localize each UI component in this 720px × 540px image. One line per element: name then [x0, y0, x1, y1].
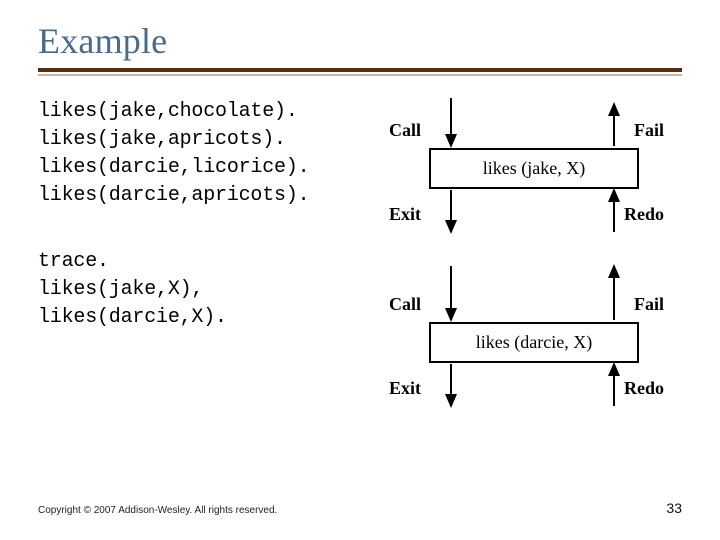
goal-box-2: likes (darcie, X) [429, 322, 639, 363]
label-fail: Fail [634, 120, 664, 141]
code-line: trace. [38, 250, 109, 273]
prolog-facts: likes(jake,chocolate). likes(jake,aprico… [38, 98, 383, 210]
label-redo: Redo [624, 204, 664, 225]
right-column: Call Fail likes (jake, X) Exit Redo Call… [383, 98, 682, 458]
title-rule-dark [38, 68, 682, 72]
slide: Example likes(jake,chocolate). likes(jak… [0, 0, 720, 540]
code-line: likes(jake,chocolate). [38, 100, 298, 123]
slide-footer: Copyright © 2007 Addison-Wesley. All rig… [38, 500, 682, 516]
label-exit: Exit [389, 378, 421, 399]
label-exit: Exit [389, 204, 421, 225]
slide-body: likes(jake,chocolate). likes(jake,aprico… [38, 98, 682, 458]
code-line: likes(darcie,apricots). [38, 184, 309, 207]
label-fail: Fail [634, 294, 664, 315]
page-number: 33 [666, 500, 682, 516]
goal-box-1: likes (jake, X) [429, 148, 639, 189]
prolog-queries: trace. likes(jake,X), likes(darcie,X). [38, 248, 383, 332]
label-call: Call [389, 120, 421, 141]
label-redo: Redo [624, 378, 664, 399]
slide-title: Example [38, 20, 682, 62]
copyright-text: Copyright © 2007 Addison-Wesley. All rig… [38, 505, 277, 516]
code-line: likes(darcie,X). [38, 306, 227, 329]
trace-diagram: Call Fail likes (jake, X) Exit Redo Call… [389, 98, 679, 458]
code-line: likes(jake,apricots). [38, 128, 286, 151]
label-call: Call [389, 294, 421, 315]
title-rule-light [38, 74, 682, 76]
code-line: likes(jake,X), [38, 278, 203, 301]
code-line: likes(darcie,licorice). [38, 156, 309, 179]
left-column: likes(jake,chocolate). likes(jake,aprico… [38, 98, 383, 458]
